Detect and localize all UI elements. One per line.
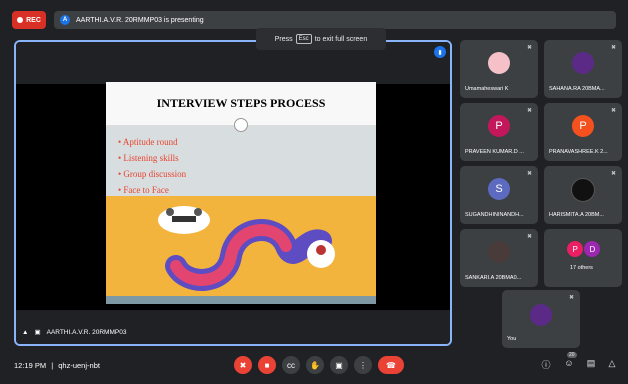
avatar: D — [584, 241, 601, 257]
slide-illustration — [158, 206, 335, 291]
shared-slide: INTERVIEW STEPS PROCESS Aptitude round L… — [106, 82, 376, 304]
presenter-name: AARTHI.A.V.R. 20RMMP03 — [46, 328, 127, 336]
avatar — [572, 52, 594, 74]
camera-toggle-button[interactable]: ■ — [258, 356, 276, 374]
avatar — [488, 52, 510, 74]
avatar — [488, 241, 510, 263]
more-options-button[interactable]: ⋮ — [354, 356, 372, 374]
hint-prefix: Press — [274, 35, 293, 43]
mic-off-icon: ✖ — [526, 171, 532, 177]
avatar — [530, 304, 552, 326]
record-dot-icon — [17, 17, 24, 23]
info-separator: | — [51, 361, 54, 370]
participant-tile[interactable]: S ✖ SUGANDHININANDH... — [460, 166, 538, 224]
mic-off-icon: ✖ — [610, 108, 616, 114]
slide-bullet: Group discussion — [118, 166, 186, 182]
participant-name: PRANAVASHREE.K 2... — [549, 149, 608, 155]
slide-illustration-panel — [106, 196, 376, 296]
people-icon[interactable]: ☺ 20 — [563, 352, 577, 368]
participant-tile[interactable]: P ✖ PRANAVASHREE.K 2... — [544, 103, 622, 161]
pin-icon[interactable]: ▲ — [22, 329, 28, 336]
clock-time: 12:19 PM — [14, 361, 47, 370]
slide-bullet: Aptitude round — [118, 134, 186, 150]
recording-indicator: REC — [12, 11, 46, 29]
mic-off-icon: ✖ — [610, 171, 616, 177]
participant-tile[interactable]: ✖ SANKARI.A 20BMA0... — [460, 229, 538, 287]
mic-off-icon: ✖ — [568, 295, 574, 301]
info-icon[interactable]: ⓘ — [540, 358, 552, 371]
presentation-stage[interactable]: ▮ INTERVIEW STEPS PROCESS Aptitude round… — [14, 40, 452, 346]
mic-off-icon: ✖ — [526, 234, 532, 240]
slide-bullet: Listening skills — [118, 150, 186, 166]
avatar: S — [488, 178, 510, 200]
fullscreen-hint: Press Esc to exit full screen — [256, 28, 386, 50]
meeting-code: qhz-uenj-nbt — [58, 361, 100, 370]
presenter-label-row: ▲ ▣ AARTHI.A.V.R. 20RMMP03 — [22, 328, 127, 337]
others-tile[interactable]: P D 17 others — [544, 229, 622, 287]
recording-label: REC — [26, 16, 41, 24]
presenter-avatar: A — [60, 15, 70, 25]
chat-icon[interactable]: ▤ — [585, 358, 597, 369]
present-screen-button[interactable]: ▣ — [330, 356, 348, 374]
participant-tile[interactable]: P ✖ PRAVEEN KUMAR.D ... — [460, 103, 538, 161]
participant-name: Umamaheswari K — [465, 86, 509, 92]
slide-bullets: Aptitude round Listening skills Group di… — [118, 134, 186, 198]
slide-footer-strip — [106, 296, 376, 304]
participant-name: SANKARI.A 20BMA0... — [465, 275, 522, 281]
avatar: P — [488, 115, 510, 137]
hint-suffix: to exit full screen — [314, 35, 368, 43]
participant-tile[interactable]: ✖ Umamaheswari K — [460, 40, 538, 98]
leave-call-button[interactable]: ☎ — [378, 356, 404, 374]
activities-icon[interactable]: △ — [606, 358, 618, 369]
mic-off-icon: ✖ — [526, 108, 532, 114]
avatar: P — [567, 241, 584, 257]
participant-name: SAHANA.RA 20BMA... — [549, 86, 605, 92]
participant-name: HARISMITA.A 20BM... — [549, 212, 604, 218]
avatar — [571, 178, 595, 202]
mic-off-icon: ✖ — [526, 45, 532, 51]
participant-name: SUGANDHININANDH... — [465, 212, 524, 218]
self-name: You — [507, 336, 517, 342]
stage-bottom-band — [16, 310, 450, 344]
raise-hand-button[interactable]: ✋ — [306, 356, 324, 374]
participant-tile[interactable]: ✖ HARISMITA.A 20BM... — [544, 166, 622, 224]
presenting-banner: A AARTHI.A.V.R. 20RMMP03 is presenting — [54, 11, 616, 29]
esc-key: Esc — [295, 34, 312, 44]
audio-activity-icon: ▮ — [434, 46, 446, 58]
participant-name: PRAVEEN KUMAR.D ... — [465, 149, 524, 155]
presenting-text: AARTHI.A.V.R. 20RMMP03 is presenting — [76, 16, 204, 24]
avatar: P — [572, 115, 594, 137]
mic-toggle-button[interactable]: ✖ — [234, 356, 252, 374]
mic-off-icon: ✖ — [610, 45, 616, 51]
others-count: 17 others — [570, 265, 593, 271]
captions-button[interactable]: cc — [282, 356, 300, 374]
participant-tile[interactable]: ✖ SAHANA.RA 20BMA... — [544, 40, 622, 98]
slide-ring-decoration — [234, 118, 248, 132]
people-count-badge: 20 — [567, 352, 577, 358]
self-tile[interactable]: ✖ You — [502, 290, 580, 348]
screen-share-icon: ▣ — [34, 329, 41, 336]
meeting-info: 12:19 PM | qhz-uenj-nbt — [14, 361, 100, 370]
